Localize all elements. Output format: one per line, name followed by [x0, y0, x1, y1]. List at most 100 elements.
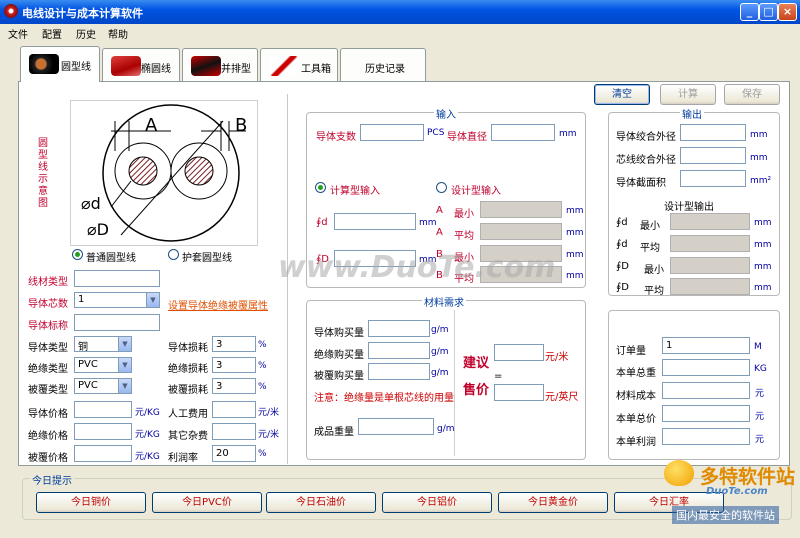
- material-cost-field: [662, 382, 750, 399]
- labor-field[interactable]: [212, 401, 256, 418]
- menu-history[interactable]: 历史: [76, 26, 96, 41]
- product-weight-label: 成品重量: [314, 427, 354, 438]
- output-group-title: 输出: [680, 106, 704, 121]
- ins-loss-field[interactable]: 3: [212, 357, 256, 373]
- today-tips-title: 今日提示: [30, 472, 74, 487]
- menu-help[interactable]: 帮助: [108, 26, 128, 41]
- diagram-vertical-label: 圆 型 线 示 意 图: [38, 138, 48, 209]
- material-divider: [454, 310, 455, 456]
- today-aluminum-button[interactable]: 今日铝价: [382, 492, 492, 513]
- radio-sheath-label: 护套圆型线: [182, 253, 232, 264]
- input-group-title: 输入: [434, 106, 458, 121]
- order-qty-field[interactable]: 1: [662, 337, 750, 354]
- cores-label: 导体芯数: [28, 299, 68, 310]
- ins-type-select[interactable]: PVC ▼: [74, 357, 132, 373]
- toolbox-icon: [269, 56, 299, 76]
- save-button[interactable]: 保存: [724, 84, 780, 105]
- cross-area-field: [680, 170, 746, 187]
- calc-button[interactable]: 计算: [660, 84, 716, 105]
- round-wire-icon: [29, 54, 59, 74]
- price-per-meter-field[interactable]: [494, 344, 544, 361]
- tab-round-wire[interactable]: 圆型线: [20, 46, 100, 82]
- window-title: 电线设计与成本计算软件: [22, 7, 143, 20]
- phi-d-field[interactable]: [334, 213, 416, 230]
- menu-bar: 文件 配置 历史 帮助: [0, 24, 800, 41]
- core-outer-field: [680, 147, 746, 164]
- conductor-count-label: 导体支数: [316, 132, 356, 143]
- center-watermark: www.DuoTe.com: [278, 250, 556, 285]
- dim-d-label: ⌀d: [81, 194, 101, 213]
- conductor-mark-field[interactable]: [74, 314, 160, 331]
- sale-price-label: 售价: [463, 383, 490, 398]
- order-profit-label: 本单利润: [616, 437, 656, 448]
- tab-toolbox[interactable]: 工具箱: [260, 48, 338, 81]
- ins-price-field[interactable]: [74, 423, 132, 440]
- chevron-down-icon: ▼: [146, 293, 159, 307]
- material-group-title: 材料需求: [422, 294, 466, 309]
- profit-rate-label: 利润率: [168, 453, 198, 464]
- tab-history[interactable]: 历史记录: [340, 48, 426, 81]
- misc-field[interactable]: [212, 423, 256, 440]
- app-icon: [4, 4, 18, 18]
- cross-area-label: 导体截面积: [616, 178, 666, 189]
- cond-type-label: 导体类型: [28, 343, 68, 354]
- jacket-price-field[interactable]: [74, 445, 132, 462]
- product-weight-field[interactable]: [358, 418, 434, 435]
- ins-buy-field[interactable]: [368, 342, 430, 359]
- close-button[interactable]: ×: [778, 3, 797, 21]
- total-price-label: 本单总价: [616, 414, 656, 425]
- menu-config[interactable]: 配置: [42, 26, 62, 41]
- conductor-diameter-field[interactable]: [491, 124, 555, 141]
- brand-sub-watermark: 国内最安全的软件站: [672, 506, 779, 524]
- dim-D-label: ⌀D: [87, 220, 109, 239]
- cond-price-label: 导体价格: [28, 409, 68, 420]
- ins-type-label: 绝缘类型: [28, 364, 68, 375]
- parallel-wire-icon: [191, 56, 221, 76]
- today-pvc-button[interactable]: 今日PVC价: [152, 492, 262, 513]
- conductor-diameter-label: 导体直径: [447, 132, 487, 143]
- radio-normal-round[interactable]: [72, 249, 83, 260]
- radio-sheath-round[interactable]: [168, 249, 179, 260]
- radio-calc-input[interactable]: [315, 182, 326, 193]
- cond-price-field[interactable]: [74, 401, 132, 418]
- suggest-label: 建议: [463, 356, 490, 371]
- jacket-loss-field[interactable]: 3: [212, 378, 256, 394]
- misc-label: 其它杂费: [168, 431, 208, 442]
- jacket-buy-label: 被覆购买量: [314, 371, 364, 382]
- radio-design-input[interactable]: [436, 182, 447, 193]
- out-d-min-field: [670, 213, 750, 230]
- jacket-buy-field[interactable]: [368, 363, 430, 380]
- order-weight-label: 本单总重: [616, 368, 656, 379]
- insulation-settings-link[interactable]: 设置导体绝缘被覆属性: [168, 297, 268, 312]
- clear-button[interactable]: 清空: [594, 84, 650, 105]
- wire-type-label: 线材类型: [28, 277, 68, 288]
- cond-buy-field[interactable]: [368, 320, 430, 337]
- price-per-foot-field[interactable]: [494, 384, 544, 401]
- cond-type-select[interactable]: 铜 ▼: [74, 336, 132, 353]
- tab-oval-wire[interactable]: 椭圆线: [102, 48, 180, 81]
- ins-price-label: 绝缘价格: [28, 431, 68, 442]
- profit-rate-field[interactable]: 20: [212, 445, 256, 462]
- today-copper-button[interactable]: 今日铜价: [36, 492, 146, 513]
- dim-b-label: B: [235, 115, 247, 136]
- insulation-note: 注意：绝缘量是单根芯线的用量: [314, 393, 454, 404]
- total-price-field: [662, 405, 750, 422]
- conductor-count-field[interactable]: [360, 124, 424, 141]
- menu-file[interactable]: 文件: [8, 26, 28, 41]
- today-oil-button[interactable]: 今日石油价: [266, 492, 376, 513]
- order-weight-field: [662, 359, 750, 376]
- a-avg-field: [480, 223, 562, 240]
- cond-loss-field[interactable]: 3: [212, 336, 256, 352]
- tab-parallel-wire[interactable]: 并排型: [182, 48, 258, 81]
- oval-wire-icon: [111, 56, 141, 76]
- wire-type-field[interactable]: [74, 270, 160, 287]
- today-gold-button[interactable]: 今日黄金价: [498, 492, 608, 513]
- material-cost-label: 材料成本: [616, 391, 656, 402]
- jacket-loss-label: 被覆损耗: [168, 385, 208, 396]
- cores-select[interactable]: 1 ▼: [74, 292, 160, 308]
- radio-normal-label: 普通圆型线: [86, 253, 136, 264]
- jacket-type-select[interactable]: PVC ▼: [74, 378, 132, 394]
- maximize-button[interactable]: □: [759, 3, 778, 21]
- minimize-button[interactable]: _: [740, 3, 759, 21]
- jacket-type-label: 被覆类型: [28, 385, 68, 396]
